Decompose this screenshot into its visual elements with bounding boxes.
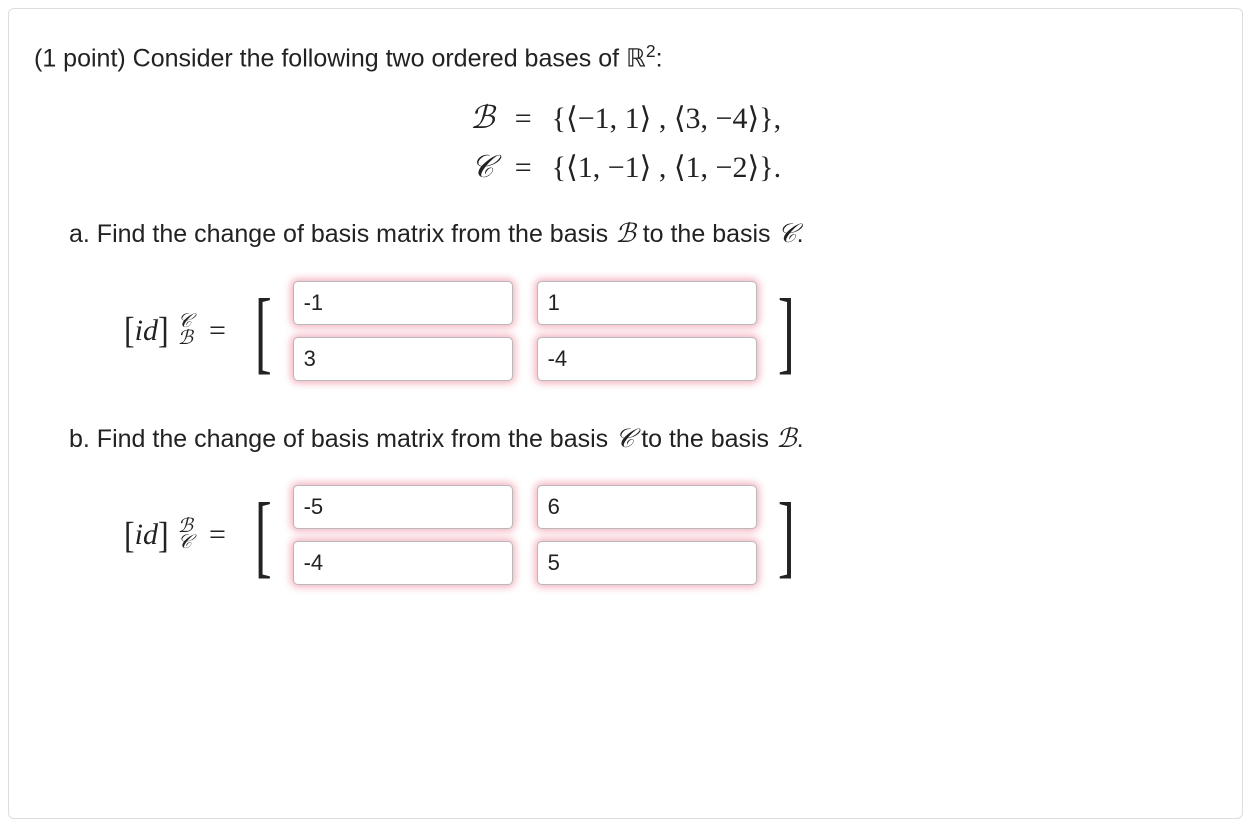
right-bracket-icon: ] (777, 496, 794, 574)
right-bracket-icon: ] (777, 292, 794, 370)
matrix-b-row: [id] ℬ 𝒞 = [ ] (124, 485, 1217, 585)
part-b-body: Find the change of basis matrix from the… (97, 425, 615, 453)
eq-sign: = (209, 314, 226, 348)
matrix-b-input-21[interactable] (293, 541, 513, 585)
real-symbol: ℝ (626, 45, 646, 72)
intro-colon: : (656, 44, 663, 72)
problem-card: (1 point) Consider the following two ord… (8, 8, 1243, 819)
matrix-a-input-11[interactable] (293, 281, 513, 325)
part-a-text: a. Find the change of basis matrix from … (69, 216, 1217, 253)
matrix-b-subsup: ℬ 𝒞 (178, 519, 193, 552)
matrix-b-input-22[interactable] (537, 541, 757, 585)
rbracket: ] (158, 514, 169, 557)
intro-text: Consider the following two ordered bases… (133, 44, 626, 72)
part-a-end: . (797, 220, 804, 248)
part-b-text: b. Find the change of basis matrix from … (69, 421, 1217, 458)
part-a-label: a. (69, 220, 97, 248)
matrix-a-grid (293, 281, 757, 381)
points-label: (1 point) (34, 44, 133, 72)
lbracket: [ (124, 309, 135, 352)
part-a-mid: to the basis (636, 220, 778, 248)
basis-b-set: {⟨−1, 1⟩ , ⟨3, −4⟩}, (542, 94, 791, 143)
basis-c-set: {⟨1, −1⟩ , ⟨1, −2⟩}. (542, 143, 791, 192)
eq-sign: = (209, 518, 226, 552)
id-label: id (135, 518, 158, 552)
matrix-a-lhs: [id] 𝒞 ℬ = (124, 312, 234, 349)
matrix-a-input-22[interactable] (537, 337, 757, 381)
part-b-from: 𝒞 (615, 424, 634, 453)
bases-definitions: ℬ = {⟨−1, 1⟩ , ⟨3, −4⟩}, 𝒞 = {⟨1, −1⟩ , … (34, 94, 1217, 192)
real-exponent: 2 (646, 41, 656, 61)
part-a-to: 𝒞 (778, 219, 797, 248)
matrix-a-sub: ℬ (178, 331, 193, 348)
eq-sign: = (505, 143, 542, 192)
matrix-a-subsup: 𝒞 ℬ (178, 314, 193, 347)
matrix-a-row: [id] 𝒞 ℬ = [ ] (124, 281, 1217, 381)
matrix-b-grid (293, 485, 757, 585)
lbracket: [ (124, 514, 135, 557)
basis-c-symbol: 𝒞 (471, 149, 494, 184)
left-bracket-icon: [ (255, 496, 272, 574)
eq-sign: = (505, 94, 542, 143)
matrix-a-input-12[interactable] (537, 281, 757, 325)
left-bracket-icon: [ (255, 292, 272, 370)
matrix-a-input-21[interactable] (293, 337, 513, 381)
matrix-b-sub: 𝒞 (178, 535, 193, 552)
part-b-to: ℬ (776, 424, 797, 453)
id-label: id (135, 314, 158, 348)
part-b-end: . (797, 425, 804, 453)
rbracket: ] (158, 309, 169, 352)
problem-intro: (1 point) Consider the following two ord… (34, 39, 1217, 76)
part-b-mid: to the basis (634, 425, 776, 453)
basis-b-symbol: ℬ (470, 100, 495, 135)
bases-table: ℬ = {⟨−1, 1⟩ , ⟨3, −4⟩}, 𝒞 = {⟨1, −1⟩ , … (460, 94, 791, 192)
matrix-b-input-12[interactable] (537, 485, 757, 529)
part-b-label: b. (69, 425, 97, 453)
part-a-body: Find the change of basis matrix from the… (97, 220, 615, 248)
matrix-b-lhs: [id] ℬ 𝒞 = (124, 517, 234, 554)
matrix-b-input-11[interactable] (293, 485, 513, 529)
part-a-from: ℬ (615, 219, 636, 248)
